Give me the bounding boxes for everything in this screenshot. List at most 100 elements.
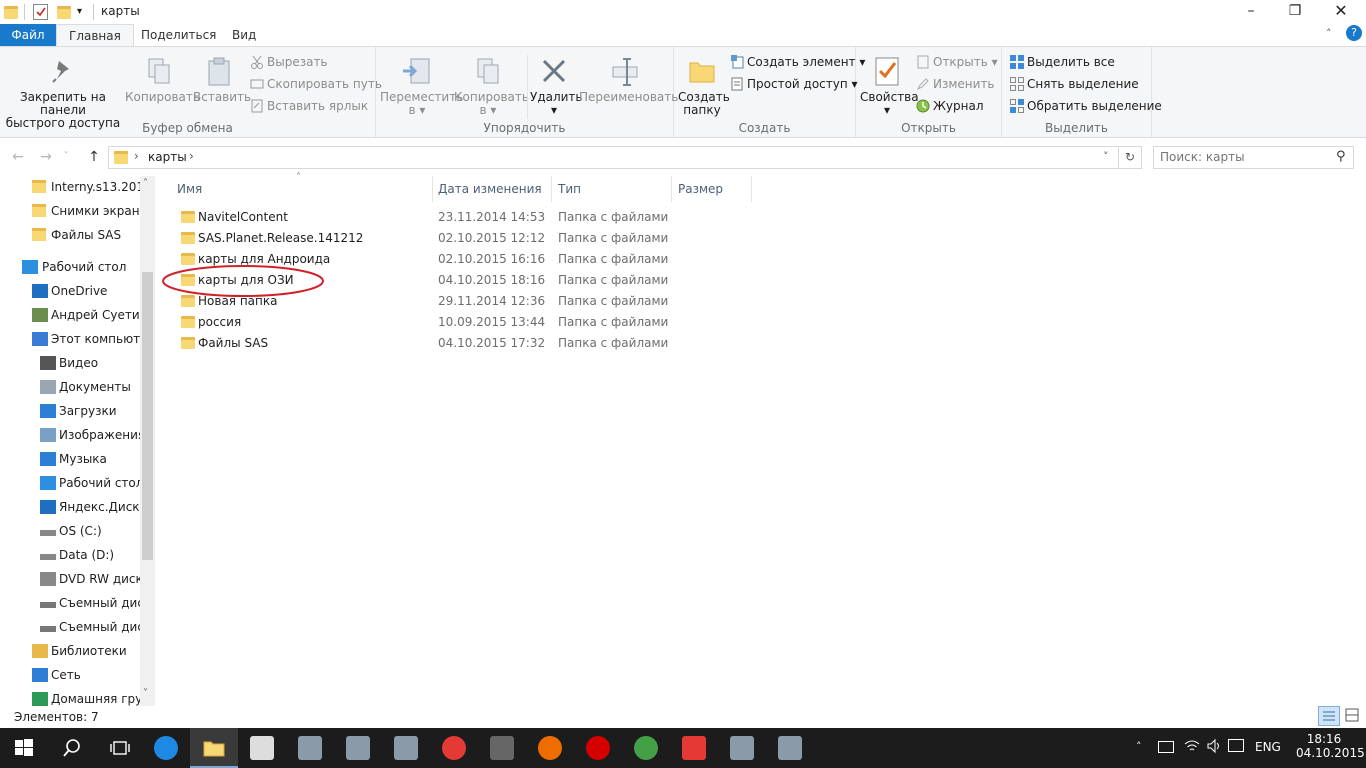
select-all-button[interactable]: Выделить все <box>1010 52 1115 72</box>
nav-item[interactable]: Снимки экрана <box>32 200 147 222</box>
nav-item[interactable]: Загрузки <box>40 400 140 422</box>
recent-locations-button[interactable]: ˅ <box>60 146 72 168</box>
select-none-button[interactable]: Снять выделение <box>1010 74 1139 94</box>
search-box[interactable]: ⚲ <box>1153 146 1354 169</box>
app-taskbar-button[interactable] <box>334 728 382 768</box>
tab-home[interactable]: Главная <box>56 24 134 47</box>
new-folder-button[interactable]: Создать папку <box>678 51 730 117</box>
paste-shortcut-button[interactable]: Вставить ярлык <box>250 96 368 116</box>
task-view-taskbar-button[interactable] <box>96 728 144 768</box>
search-input[interactable] <box>1160 150 1330 164</box>
nav-item[interactable]: DVD RW диско <box>40 568 150 590</box>
media-player-taskbar-button[interactable] <box>478 728 526 768</box>
search-icon[interactable]: ⚲ <box>1336 149 1346 164</box>
new-folder-icon[interactable] <box>57 6 71 19</box>
open-button[interactable]: Открыть ▾ <box>916 52 998 72</box>
pin-to-quick-access-button[interactable]: Закрепить на панели быстрого доступа <box>4 51 122 130</box>
file-name[interactable]: россия <box>198 312 241 333</box>
nav-item[interactable]: Рабочий стол <box>40 472 143 494</box>
nav-item[interactable]: Съемный диск <box>40 616 151 638</box>
forward-button[interactable]: → <box>36 146 56 168</box>
nav-item[interactable]: Документы <box>40 376 140 398</box>
file-row[interactable]: Файлы SAS 04.10.2015 17:32 Папка с файлами <box>170 333 760 354</box>
properties-button[interactable]: Свойства ▾ <box>860 51 919 117</box>
volume-icon[interactable] <box>1206 738 1222 757</box>
nav-item[interactable]: Яндекс.Диск <box>40 496 140 518</box>
copy-path-button[interactable]: Скопировать путь <box>250 74 382 94</box>
yandex-taskbar-button[interactable] <box>670 728 718 768</box>
nav-item[interactable]: OneDrive <box>32 280 140 302</box>
column-header-name[interactable]: Имя <box>167 176 433 202</box>
show-hidden-icons-button[interactable]: ˄ <box>1136 740 1142 753</box>
copy-button[interactable]: Копировать <box>125 51 200 104</box>
large-icons-view-button[interactable] <box>1342 706 1364 726</box>
easy-access-button[interactable]: Простой доступ ▾ <box>730 74 858 94</box>
edge-taskbar-button[interactable] <box>142 728 190 768</box>
invert-selection-button[interactable]: Обратить выделение <box>1010 96 1162 116</box>
history-button[interactable]: Журнал <box>916 96 984 116</box>
column-header-size[interactable]: Размер <box>668 176 752 202</box>
breadcrumb-separator[interactable]: › <box>189 149 194 163</box>
address-bar[interactable]: › карты › ˅ <box>108 146 1119 169</box>
cut-button[interactable]: Вырезать <box>250 52 328 72</box>
battery-icon[interactable] <box>1158 741 1174 753</box>
nav-item[interactable]: Библиотеки <box>32 640 140 662</box>
paste-button[interactable]: Вставить <box>193 51 251 104</box>
close-button[interactable]: ✕ <box>1318 0 1364 24</box>
explorer-taskbar-button[interactable] <box>190 728 238 768</box>
wifi-icon[interactable] <box>1184 738 1200 757</box>
app-taskbar-button[interactable] <box>382 728 430 768</box>
back-button[interactable]: ← <box>8 146 28 168</box>
chrome-taskbar-button[interactable] <box>622 728 670 768</box>
nav-item[interactable]: Interny.s13.2015. <box>32 176 155 198</box>
store-taskbar-button[interactable] <box>238 728 286 768</box>
language-indicator[interactable]: ENG <box>1255 740 1281 754</box>
properties-icon[interactable] <box>33 4 48 20</box>
app-taskbar-button[interactable] <box>718 728 766 768</box>
move-to-button[interactable]: Переместить в ▾ <box>380 51 463 117</box>
nav-item[interactable]: Сеть <box>32 664 140 686</box>
firefox-taskbar-button[interactable] <box>526 728 574 768</box>
file-name[interactable]: NavitelContent <box>198 207 288 228</box>
file-name[interactable]: SAS.Planet.Release.141212 <box>198 228 363 249</box>
nav-item[interactable]: Видео <box>40 352 140 374</box>
nav-item[interactable]: OS (C:) <box>40 520 140 542</box>
file-name[interactable]: Файлы SAS <box>198 333 268 354</box>
start-taskbar-button[interactable] <box>0 728 48 768</box>
yandex-browser-taskbar-button[interactable] <box>430 728 478 768</box>
new-item-button[interactable]: Создать элемент ▾ <box>730 52 865 72</box>
collapse-ribbon-icon[interactable]: ˄ <box>1326 27 1332 40</box>
rename-button[interactable]: Переименовать <box>579 51 678 104</box>
clock[interactable]: 18:16 04.10.2015 <box>1296 732 1365 760</box>
scroll-up-button[interactable]: ˄ <box>143 178 148 189</box>
nav-item[interactable]: Файлы SAS <box>32 224 140 246</box>
search-taskbar-button[interactable] <box>48 728 96 768</box>
help-icon[interactable]: ? <box>1346 25 1362 41</box>
app-taskbar-button[interactable] <box>766 728 814 768</box>
nav-item[interactable]: Музыка <box>40 448 140 470</box>
column-header-type[interactable]: Тип <box>548 176 672 202</box>
nav-item[interactable]: Рабочий стол <box>22 256 140 278</box>
tab-share[interactable]: Поделиться <box>129 24 228 46</box>
action-center-icon[interactable] <box>1228 739 1244 752</box>
details-view-button[interactable] <box>1318 706 1340 726</box>
tab-file[interactable]: Файл <box>0 24 56 46</box>
nav-item[interactable]: Изображения <box>40 424 145 446</box>
opera-taskbar-button[interactable] <box>574 728 622 768</box>
nav-item[interactable]: Съемный диск <box>40 592 151 614</box>
tab-view[interactable]: Вид <box>220 24 268 46</box>
refresh-button[interactable]: ↻ <box>1119 146 1142 169</box>
delete-button[interactable]: Удалить ▾ <box>530 51 583 117</box>
column-header-date[interactable]: Дата изменения <box>428 176 552 202</box>
nav-item[interactable]: Этот компьютер <box>32 328 155 350</box>
nav-item[interactable]: Андрей Суетин <box>32 304 147 326</box>
app-taskbar-button[interactable] <box>286 728 334 768</box>
file-row[interactable]: SAS.Planet.Release.141212 02.10.2015 12:1… <box>170 228 760 249</box>
nav-scrollbar-thumb[interactable] <box>142 272 153 560</box>
address-dropdown-button[interactable]: ˅ <box>1103 150 1109 163</box>
nav-item[interactable]: Data (D:) <box>40 544 140 566</box>
minimize-button[interactable]: – <box>1228 0 1274 24</box>
breadcrumb-current[interactable]: карты <box>148 150 187 164</box>
copy-to-button[interactable]: Копировать в ▾ <box>454 51 529 117</box>
nav-item[interactable]: Домашняя груп <box>32 688 150 706</box>
